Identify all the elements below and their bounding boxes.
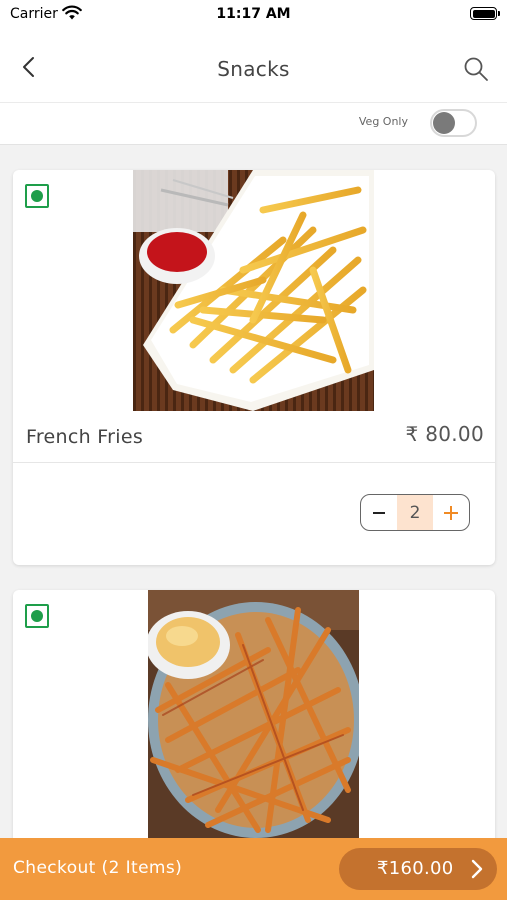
veg-only-label: Veg Only [358,115,408,128]
quantity-stepper[interactable]: 2 [360,494,470,531]
checkout-label: Checkout (2 Items) [13,858,183,878]
increment-button[interactable] [433,495,469,530]
plus-icon [443,505,458,520]
clock: 11:17 AM [216,6,291,22]
veg-indicator-icon [25,184,49,208]
minus-icon [373,511,386,514]
checkout-bar: Checkout (2 Items) ₹160.00 [0,838,507,900]
screen: Carrier 11:17 AM Snacks Veg Only French … [0,0,507,900]
quantity-value: 2 [397,495,433,530]
veg-only-toggle[interactable] [430,109,477,137]
french-fries-image [133,170,374,411]
decrement-button[interactable] [361,495,397,530]
chevron-right-icon [471,859,483,879]
veg-indicator-icon [25,604,49,628]
dish-price: ₹ 80.00 [405,422,484,446]
menu-item-card[interactable] [13,590,495,850]
toggle-knob [433,112,455,134]
battery-icon [470,7,500,20]
menu-item-card[interactable]: French Fries ₹ 80.00 2 [13,170,495,565]
checkout-button[interactable]: ₹160.00 [339,848,497,890]
masala-fries-image [148,590,359,840]
nav-bar: Snacks [0,28,507,103]
search-icon[interactable] [461,54,491,84]
page-title: Snacks [217,57,290,81]
status-bar: Carrier 11:17 AM [0,0,507,28]
dish-name: French Fries [26,426,144,448]
checkout-total: ₹160.00 [377,858,454,879]
filter-bar: Veg Only [0,103,507,145]
divider [13,462,495,463]
